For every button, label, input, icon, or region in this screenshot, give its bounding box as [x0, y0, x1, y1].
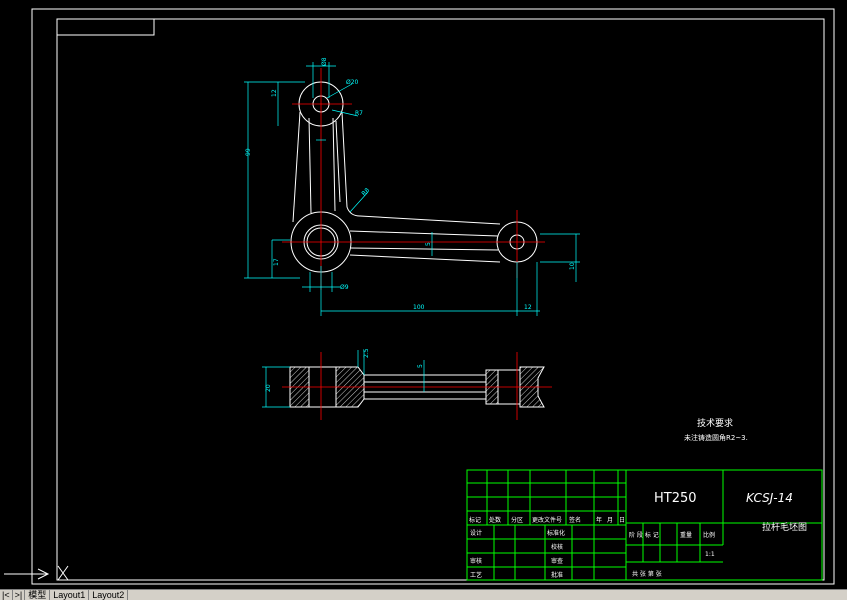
- tb-design: 设计: [470, 529, 482, 537]
- drawing-code: KCSJ-14: [746, 491, 793, 505]
- part-outline: [290, 81, 538, 273]
- dim-section-height: 20: [265, 384, 272, 392]
- section-centerlines: [282, 352, 552, 420]
- tb-process: 工艺: [470, 571, 482, 579]
- tb-h7: 日: [619, 517, 625, 524]
- ucs-icon: [4, 565, 69, 581]
- tb-scale-value: 1:1: [705, 551, 715, 558]
- tb-h3: 更改文件号: [532, 516, 562, 524]
- center-lines: [282, 68, 545, 290]
- material-text: HT250: [654, 491, 697, 506]
- dim-bottom-hole: Ø9: [340, 284, 349, 291]
- dim-end-length: 12: [524, 304, 532, 311]
- dim-top-boss: 12: [271, 89, 278, 97]
- dimension-lines: [244, 62, 580, 316]
- section-view: 20 2.5 5: [262, 348, 552, 420]
- drawing-canvas[interactable]: Ø8 Ø20 R7 12 99 R8 5 17 Ø9 100 12 10 20 …: [0, 0, 847, 599]
- dim-top-radius: R7: [355, 110, 363, 117]
- tb-approve: 批准: [551, 571, 563, 579]
- tb-h4: 签名: [569, 516, 581, 524]
- tb-check: 校核: [551, 543, 563, 551]
- tb-h0: 标记: [469, 516, 481, 524]
- tb-review: 审核: [470, 557, 482, 565]
- dim-web-thickness: 5: [425, 242, 432, 246]
- tb-sheets: 共 张 第 张: [632, 570, 662, 578]
- tb-h6: 月: [607, 517, 613, 524]
- tech-req-line: 未注铸造圆角R2~3.: [684, 433, 748, 442]
- tb-standard: 标准化: [547, 529, 565, 537]
- drawing-border: [31, 8, 835, 585]
- tb-h2: 分区: [511, 516, 523, 524]
- dim-bottom-height: 17: [273, 258, 280, 266]
- dim-top-hole: Ø20: [346, 79, 359, 86]
- tb-audit: 审查: [551, 557, 563, 565]
- dim-offset: 10: [569, 262, 576, 270]
- dim-section-depth: 2.5: [363, 348, 370, 358]
- dim-length: 100: [413, 304, 425, 311]
- front-view: Ø8 Ø20 R7 12 99 R8 5 17 Ø9 100 12 10: [244, 57, 580, 316]
- tb-h1: 处数: [489, 516, 501, 524]
- tech-requirements: 技术要求 未注铸造圆角R2~3.: [684, 417, 748, 442]
- dim-top-outer: Ø8: [321, 57, 328, 66]
- dim-total-height: 99: [245, 148, 252, 156]
- dim-section-web: 5: [417, 364, 424, 368]
- part-name: 拉杆毛坯图: [762, 521, 807, 533]
- layout-tab-bar: |< >| 模型 Layout1 Layout2: [0, 589, 847, 600]
- tb-weight: 重量: [680, 531, 692, 539]
- dim-fillet: R8: [360, 187, 371, 198]
- tb-stage: 阶 段 标 记: [629, 531, 659, 539]
- tb-h5: 年: [596, 516, 602, 524]
- tb-scale: 比例: [703, 531, 715, 539]
- dimension-texts: Ø8 Ø20 R7 12 99 R8 5 17 Ø9 100 12 10: [245, 57, 576, 311]
- title-block: HT250 KCSJ-14 拉杆毛坯图 标记 处数 分区 更改文件号 签名 年 …: [466, 469, 823, 581]
- tech-req-title: 技术要求: [697, 417, 733, 429]
